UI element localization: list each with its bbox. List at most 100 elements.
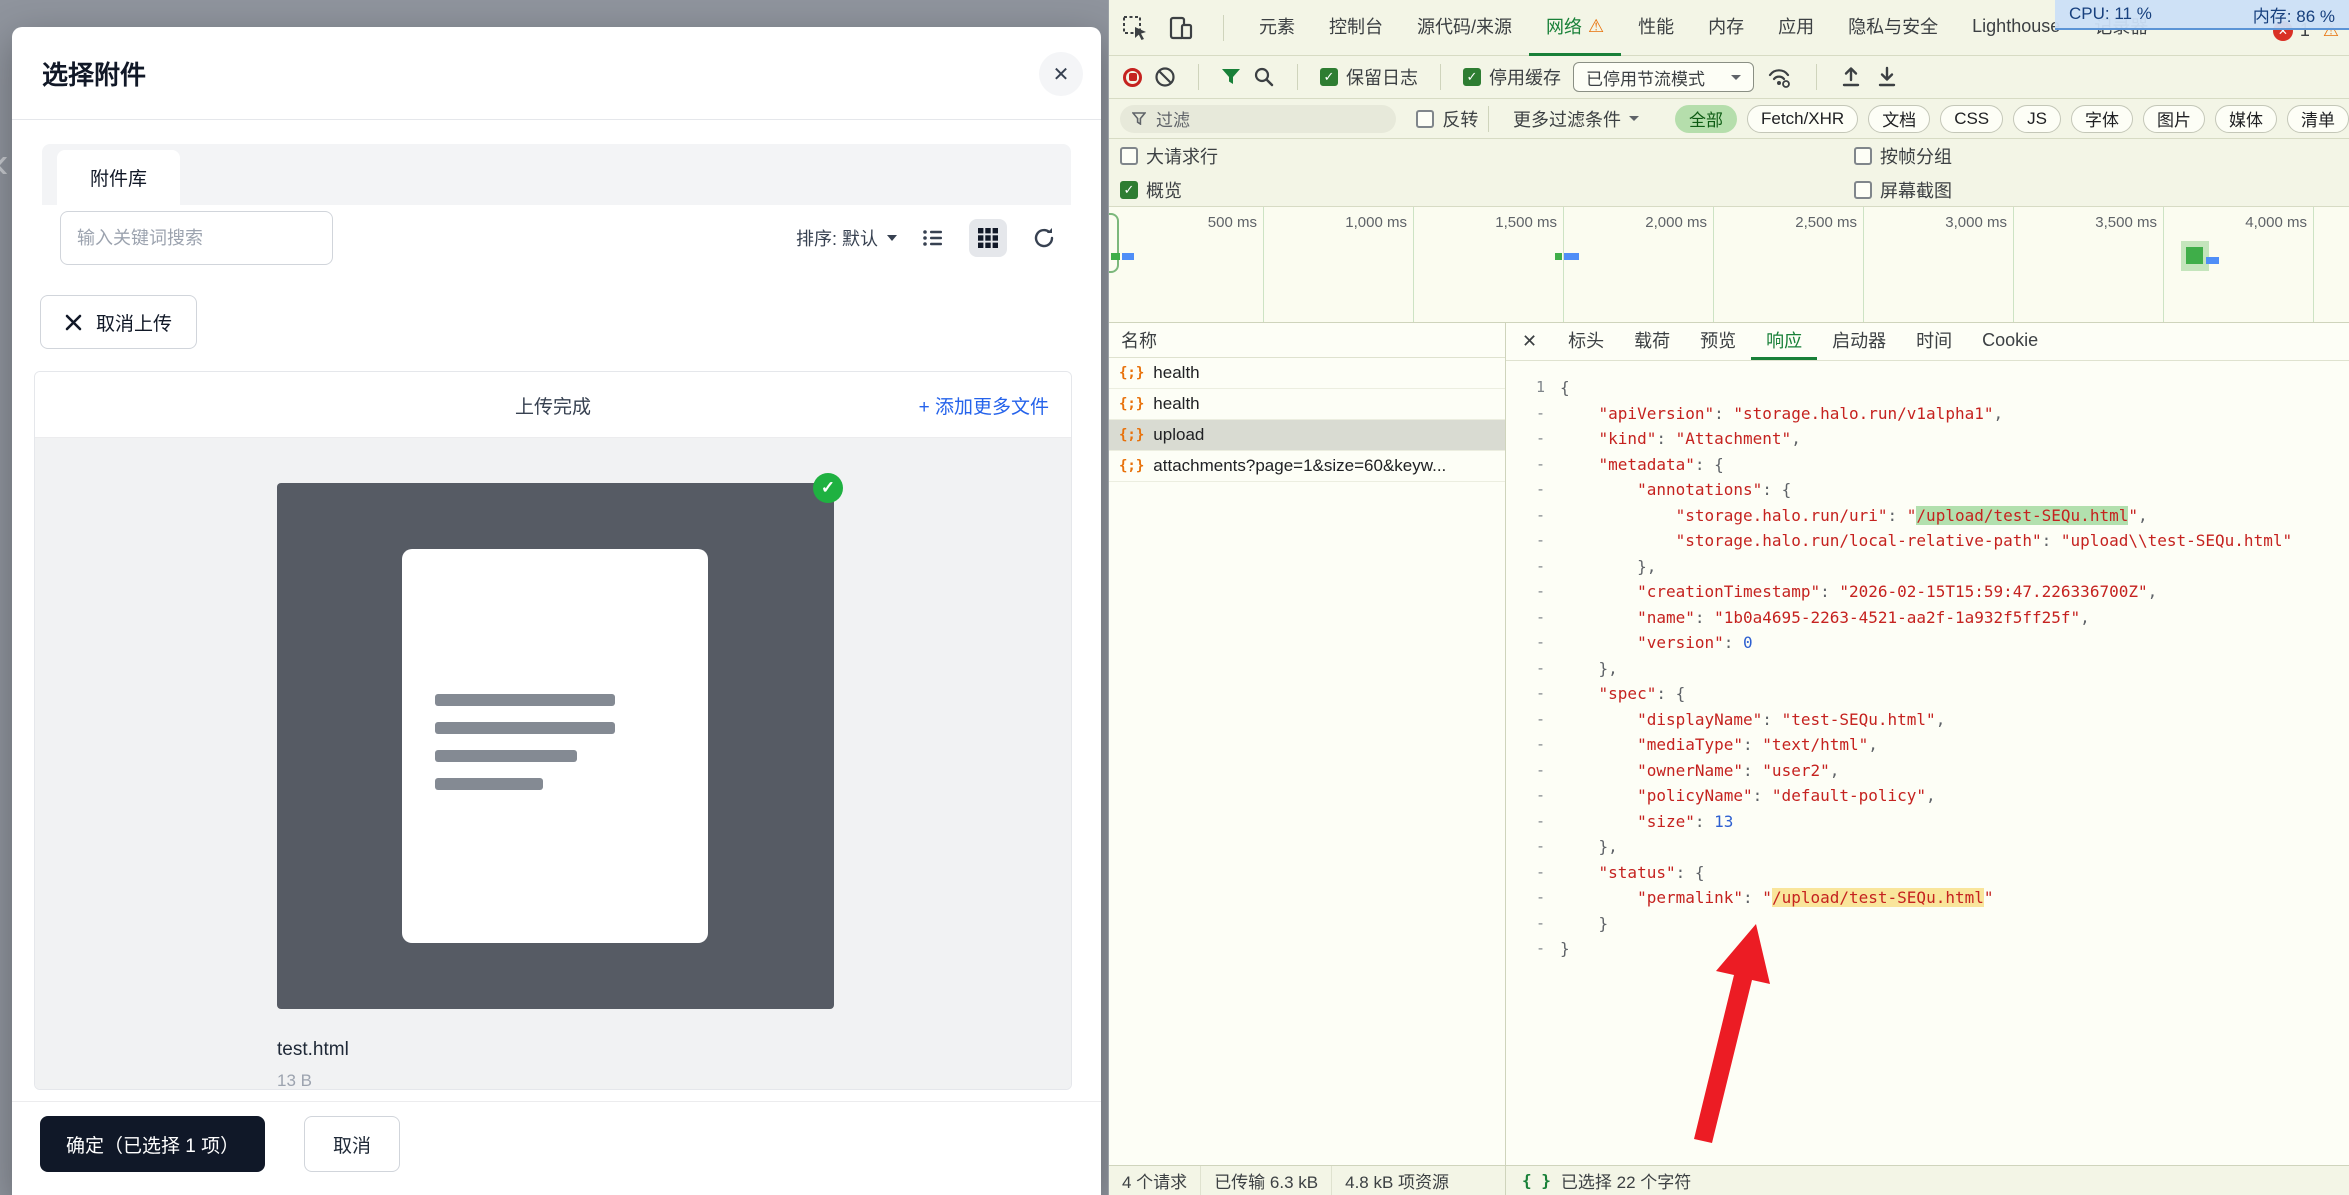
braces-icon: { } (1522, 1171, 1551, 1190)
record-network-log-button[interactable] (1123, 68, 1142, 87)
network-overview-timeline[interactable]: 500 ms1,000 ms1,500 ms2,000 ms2,500 ms3,… (1109, 207, 2349, 323)
request-row[interactable]: {;}health (1109, 389, 1505, 420)
line-gutter: - (1514, 911, 1560, 937)
request-name: health (1153, 363, 1199, 383)
response-tab-4[interactable]: 启动器 (1817, 323, 1901, 360)
timeline-gridline (1563, 207, 1564, 322)
code-text: { (1560, 375, 1570, 401)
code-text: "status": { (1560, 860, 1705, 886)
timeline-request-mark (1111, 253, 1120, 260)
filter-chip-6[interactable]: 图片 (2143, 105, 2205, 133)
timeline-tick-label: 500 ms (1117, 214, 1257, 231)
modal-close-button[interactable]: ✕ (1039, 52, 1083, 96)
refresh-button[interactable] (1031, 225, 1057, 251)
cancel-upload-button[interactable]: 取消上传 (40, 295, 197, 349)
throttling-select[interactable]: 已停用节流模式 (1573, 62, 1754, 92)
export-har-button[interactable] (1875, 65, 1899, 89)
devtools-tab-2[interactable]: 源代码/来源 (1400, 0, 1529, 56)
timeline-tick-label: 1,000 ms (1267, 214, 1407, 231)
inspect-cursor-icon (1121, 14, 1149, 42)
code-line: - }, (1514, 554, 2349, 580)
response-tab-1[interactable]: 载荷 (1619, 323, 1685, 360)
timeline-gridline (1863, 207, 1864, 322)
inspect-element-button[interactable] (1121, 14, 1149, 42)
disable-cache-checkbox[interactable]: ✓ 停用缓存 (1463, 64, 1561, 90)
filter-chip-3[interactable]: CSS (1940, 105, 2003, 133)
confirm-button[interactable]: 确定（已选择 1 项） (40, 1116, 265, 1172)
uploaded-file-card[interactable]: ✓ (277, 483, 834, 1009)
timeline-tick-label: 2,500 ms (1717, 214, 1857, 231)
timeline-request-mark (1564, 253, 1579, 260)
code-text: "permalink": "/upload/test-SEQu.html" (1560, 885, 1994, 911)
filter-chip-2[interactable]: 文档 (1868, 105, 1930, 133)
response-tab-2[interactable]: 预览 (1685, 323, 1751, 360)
request-row[interactable]: {;}health (1109, 358, 1505, 389)
devtools-tab-0[interactable]: 元素 (1242, 0, 1312, 56)
filter-chip-0[interactable]: 全部 (1675, 105, 1737, 133)
line-gutter: - (1514, 528, 1560, 554)
devtools-tab-1[interactable]: 控制台 (1312, 0, 1400, 56)
close-response-panel-button[interactable]: ✕ (1506, 323, 1553, 360)
code-line: - "kind": "Attachment", (1514, 426, 2349, 452)
file-size: 13 B (277, 1071, 312, 1090)
list-view-button[interactable] (921, 226, 945, 250)
search-network-button[interactable] (1253, 66, 1275, 88)
warning-icon: ⚠ (1588, 16, 1604, 37)
devtools-tab-6[interactable]: 应用 (1761, 0, 1831, 56)
code-text: "mediaType": "text/html", (1560, 732, 1878, 758)
request-name: attachments?page=1&size=60&keyw... (1153, 456, 1446, 476)
overview-checkbox[interactable]: ✓ 概览 (1120, 177, 1182, 203)
timeline-request-mark (2186, 247, 2203, 264)
devtools-tab-label: 应用 (1778, 13, 1814, 39)
devtools-tab-5[interactable]: 内存 (1691, 0, 1761, 56)
line-gutter: - (1514, 554, 1560, 580)
tab-attachment-library[interactable]: 附件库 (57, 150, 180, 205)
cancel-button[interactable]: 取消 (304, 1116, 400, 1172)
device-toolbar-button[interactable] (1167, 14, 1195, 42)
clear-network-log-button[interactable] (1154, 66, 1176, 88)
checkbox-checked-icon: ✓ (1463, 68, 1481, 86)
grid-view-button[interactable] (969, 219, 1007, 257)
big-request-rows-checkbox[interactable]: 大请求行 (1120, 143, 1218, 169)
code-text: "annotations": { (1560, 477, 1791, 503)
code-text: "creationTimestamp": "2026-02-15T15:59:4… (1560, 579, 2157, 605)
code-text: "metadata": { (1560, 452, 1724, 478)
request-count: 4 个请求 (1109, 1166, 1201, 1195)
invert-filter-checkbox[interactable]: 反转 (1416, 106, 1478, 132)
response-tab-3[interactable]: 响应 (1751, 323, 1817, 360)
line-gutter: - (1514, 426, 1560, 452)
filter-chip-7[interactable]: 媒体 (2215, 105, 2277, 133)
search-input[interactable] (60, 211, 333, 265)
add-more-files-button[interactable]: + 添加更多文件 (919, 372, 1049, 438)
devtools-tab-4[interactable]: 性能 (1621, 0, 1691, 56)
filter-button[interactable] (1221, 68, 1241, 86)
more-filters-dropdown[interactable]: 更多过滤条件 (1513, 106, 1639, 132)
modal-header: 选择附件 ✕ (12, 27, 1101, 120)
devtools-tab-label: 元素 (1259, 13, 1295, 39)
import-har-button[interactable] (1839, 65, 1863, 89)
request-row[interactable]: {;}attachments?page=1&size=60&keyw... (1109, 451, 1505, 482)
sort-dropdown[interactable]: 排序: 默认 (796, 225, 897, 251)
filter-chip-5[interactable]: 字体 (2071, 105, 2133, 133)
group-by-frame-checkbox[interactable]: 按帧分组 (1854, 143, 1952, 169)
devtools-tab-3[interactable]: 网络 ⚠ (1529, 0, 1621, 56)
upload-success-check-icon: ✓ (813, 473, 843, 503)
preserve-log-checkbox[interactable]: ✓ 保留日志 (1320, 64, 1418, 90)
response-tab-5[interactable]: 时间 (1901, 323, 1967, 360)
response-tab-6[interactable]: Cookie (1967, 323, 2053, 360)
devtools-tab-label: 网络 (1546, 13, 1582, 39)
network-conditions-button[interactable] (1766, 65, 1794, 89)
response-tab-0[interactable]: 标头 (1553, 323, 1619, 360)
devtools-tab-7[interactable]: 隐私与安全 (1831, 0, 1955, 56)
timeline-gridline (2313, 207, 2314, 322)
filter-input[interactable]: 过滤 (1120, 105, 1396, 133)
network-conditions-icon (1766, 65, 1794, 89)
request-row[interactable]: {;}upload (1109, 420, 1505, 451)
devtools-panel: 元素控制台源代码/来源网络⚠性能内存应用隐私与安全Lighthouse记录器 ✕… (1108, 0, 2349, 1195)
filter-chip-1[interactable]: Fetch/XHR (1747, 105, 1858, 133)
timeline-request-mark (2206, 257, 2219, 264)
screenshots-checkbox[interactable]: 屏幕截图 (1854, 177, 1952, 203)
timeline-gridline (1263, 207, 1264, 322)
filter-chip-8[interactable]: 清单 (2287, 105, 2349, 133)
filter-chip-4[interactable]: JS (2013, 105, 2061, 133)
